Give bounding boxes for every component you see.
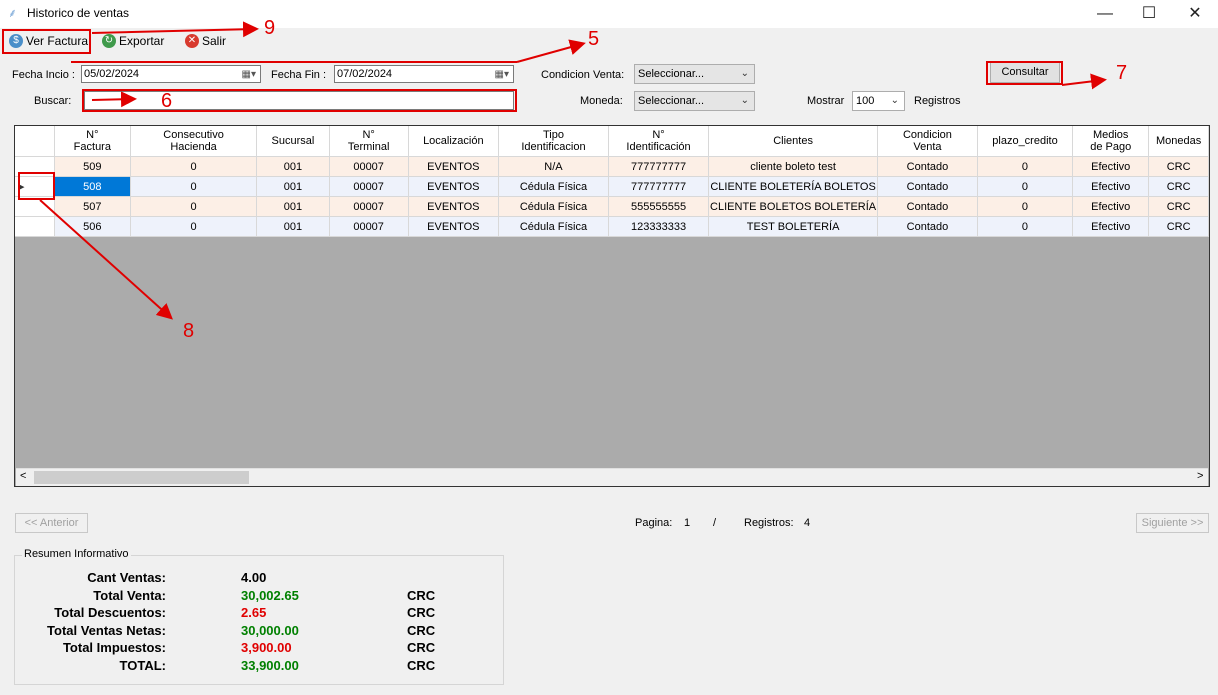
- annotation-arrows: [39, 21, 1107, 320]
- annotation-8: 8: [183, 320, 195, 342]
- annotation-7: 7: [1116, 62, 1128, 84]
- arrow-6: [91, 91, 137, 108]
- annotation-9: 9: [264, 17, 276, 39]
- annotation-5: 5: [588, 28, 600, 50]
- annotation-6: 6: [161, 90, 173, 112]
- arrow-8: [39, 199, 173, 320]
- arrow-5: [516, 39, 586, 63]
- arrow-9: [91, 21, 259, 38]
- arrow-7: [1061, 73, 1107, 90]
